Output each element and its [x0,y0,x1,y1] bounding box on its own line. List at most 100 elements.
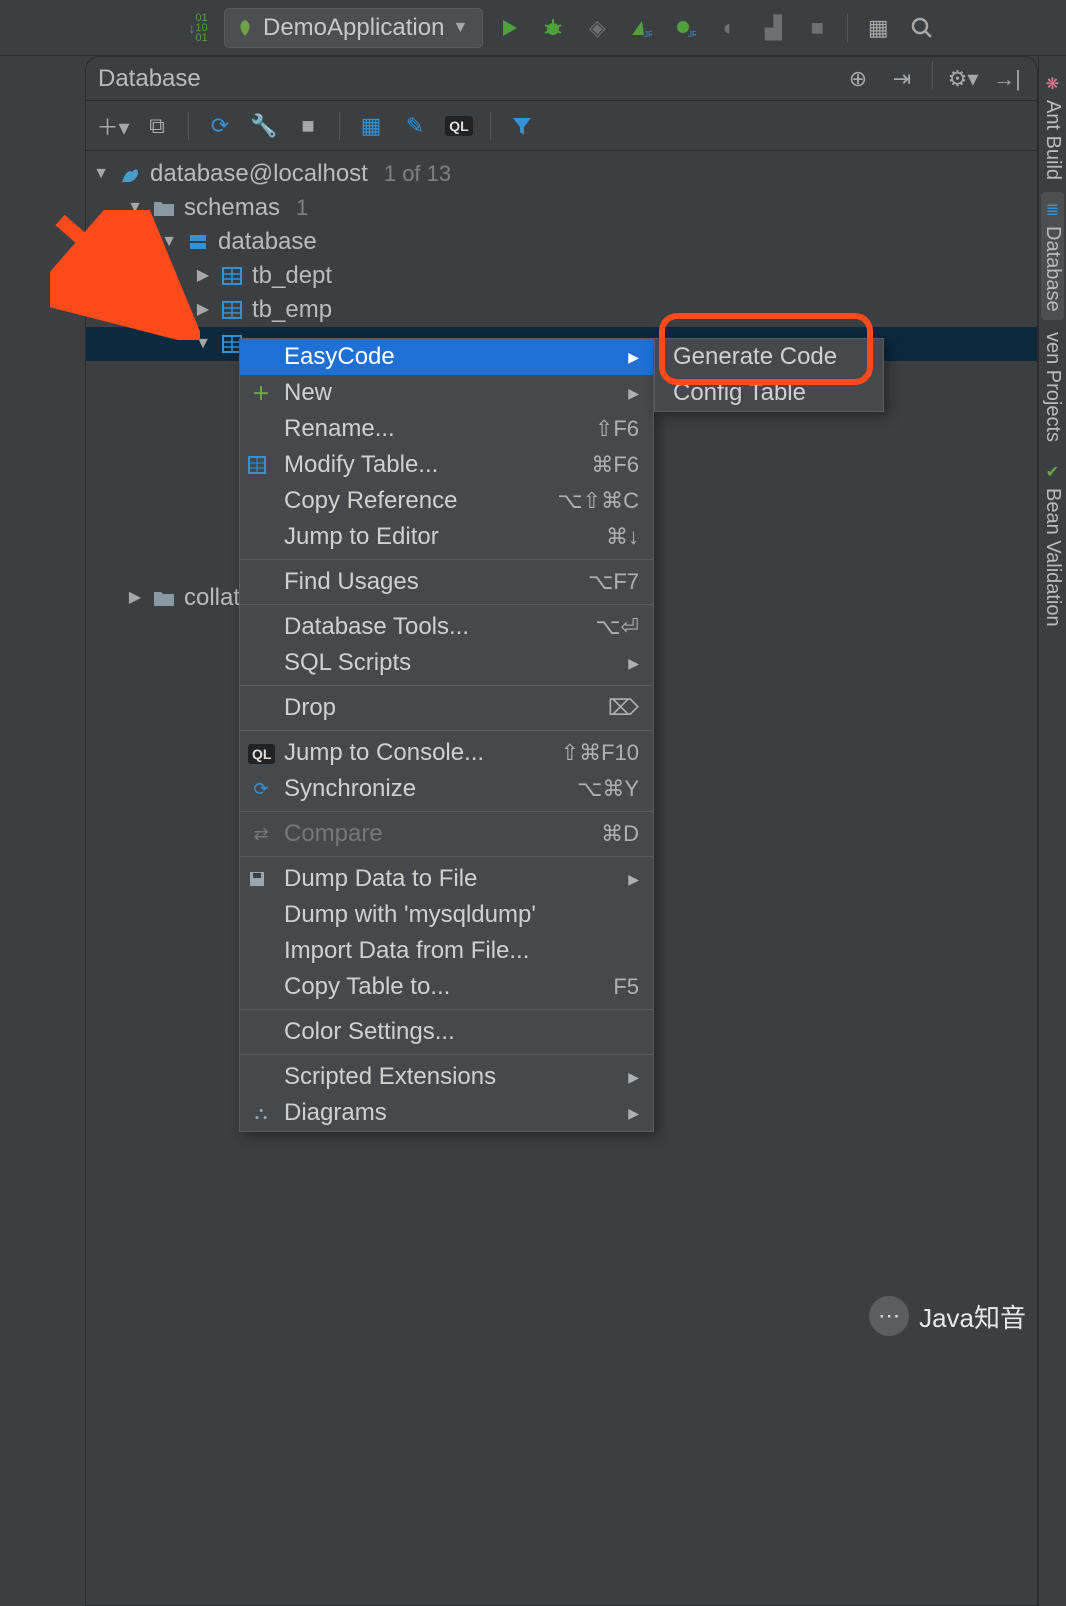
menu-separator [240,730,653,731]
refresh-button[interactable]: ⟳ [203,109,237,143]
menu-separator [240,559,653,560]
menu-label: Dump with 'mysqldump' [284,901,639,929]
rail-label: Database [1041,226,1064,312]
database-node[interactable]: database [86,225,1037,259]
expand-toggle[interactable] [194,293,212,327]
separator [490,112,491,140]
menu-item-drop[interactable]: Drop⌦ [240,690,653,726]
menu-shortcut: ⌘D [601,821,639,847]
menu-label: Rename... [284,415,585,443]
compare-icon: ⇄ [248,824,274,845]
attach-button[interactable]: ▟ [755,10,791,46]
ql-icon: QL [248,743,274,764]
watermark: ⋯ Java知音 [869,1296,1026,1336]
debug-button[interactable] [535,10,571,46]
expand-toggle[interactable] [194,327,212,361]
menu-item-dumpmysql[interactable]: Dump with 'mysqldump' [240,897,653,933]
menu-label: EasyCode [284,343,618,371]
datasource-properties-button[interactable]: 🔧 [247,109,281,143]
menu-separator [240,811,653,812]
menu-label: Modify Table... [284,451,581,479]
add-button-header[interactable]: ⊕ [840,61,876,97]
context-menu: EasyCode ▶ ＋ New ▶ Rename... ⇧F6 Modify Table..… [239,338,654,1132]
add-button[interactable]: ＋▾ [96,109,130,143]
search-button[interactable] [904,10,940,46]
expand-toggle[interactable] [126,191,144,225]
schemas-node[interactable]: schemas 1 [86,191,1037,225]
ql-console-button[interactable]: QL [442,109,476,143]
submenu-arrow-icon: ▶ [628,349,639,366]
edit-button[interactable]: ✎ [398,109,432,143]
menu-shortcut: ⇧⌘F10 [561,740,639,766]
menu-item-diagrams[interactable]: ⛬Diagrams▶ [240,1095,653,1131]
menu-label: New [284,379,618,407]
table-icon [220,264,244,288]
plus-icon: ＋ [248,380,274,406]
table-node-tbemp[interactable]: tb_emp [86,293,1037,327]
debug-jr-button[interactable]: JR [667,10,703,46]
menu-item-copyref[interactable]: Copy Reference⌥⇧⌘C [240,483,653,519]
watermark-text: Java知音 [919,1298,1026,1335]
datasource-node[interactable]: database@localhost 1 of 13 [86,157,1037,191]
separator [339,112,340,140]
rail-bean-validation[interactable]: ✔ Bean Validation [1041,454,1064,635]
chevron-down-icon: ▼ [452,19,468,37]
menu-label: Diagrams [284,1099,618,1127]
menu-item-modify[interactable]: Modify Table...⌘F6 [240,447,653,483]
run-jr-button[interactable]: JR [623,10,659,46]
submenu-item-gencode[interactable]: Generate Code [655,339,883,375]
menu-item-dbtools[interactable]: Database Tools...⌥⏎ [240,609,653,645]
profile-button[interactable]: ◐ [711,10,747,46]
rail-maven-projects[interactable]: ven Projects [1041,324,1064,450]
table-node-tbdept[interactable]: tb_dept [86,259,1037,293]
menu-shortcut: F5 [613,974,639,1000]
hide-panel-button[interactable]: →| [989,61,1025,97]
stop-button[interactable]: ■ [799,10,835,46]
submenu-arrow-icon: ▶ [628,1069,639,1086]
expand-toggle[interactable] [194,259,212,293]
menu-item-dumpfile[interactable]: Dump Data to File▶ [240,861,653,897]
menu-item-findusage[interactable]: Find Usages⌥F7 [240,564,653,600]
menu-item-sqlscr[interactable]: SQL Scripts▶ [240,645,653,681]
menu-item-compare: ⇄Compare⌘D [240,816,653,852]
menu-label: SQL Scripts [284,649,618,677]
right-tool-rail: ❋ Ant Build ≣ Database ven Projects ✔ Be… [1038,56,1066,1606]
menu-item-jump[interactable]: Jump to Editor ⌘↓ [240,519,653,555]
expand-toggle[interactable] [126,581,144,615]
mysql-icon [118,162,142,186]
menu-item-colorset[interactable]: Color Settings... [240,1014,653,1050]
menu-shortcut: ⌦ [608,695,639,721]
menu-label: Jump to Editor [284,523,596,551]
binary-icon[interactable]: ↓011001 [180,10,216,46]
menu-label: Import Data from File... [284,937,639,965]
run-config-selector[interactable]: DemoApplication ▼ [224,8,483,48]
menu-separator [240,856,653,857]
menu-item-import[interactable]: Import Data from File... [240,933,653,969]
submenu-item-cfgtable[interactable]: Config Table [655,375,883,411]
menu-item-rename[interactable]: Rename... ⇧F6 [240,411,653,447]
rail-database[interactable]: ≣ Database [1041,192,1064,320]
menu-item-copytbl[interactable]: Copy Table to...F5 [240,969,653,1005]
node-label: tb_dept [252,259,332,293]
table-view-button[interactable]: ▦ [354,109,388,143]
split-button[interactable]: ⇥ [884,61,920,97]
menu-shortcut: ⇧F6 [595,416,639,442]
menu-item-new[interactable]: ＋New▶ [240,375,653,411]
menu-shortcut: ⌘↓ [606,524,639,550]
settings-gear-icon[interactable]: ⚙▾ [945,61,981,97]
filter-button[interactable] [505,109,539,143]
expand-toggle[interactable] [160,225,178,259]
rail-label: Ant Build [1041,100,1064,180]
menu-item-sync[interactable]: ⟳Synchronize⌥⌘Y [240,771,653,807]
menu-item-console[interactable]: QLJump to Console...⇧⌘F10 [240,735,653,771]
menu-item-easycode[interactable]: EasyCode ▶ [240,339,653,375]
duplicate-button[interactable]: ⧉ [140,109,174,143]
run-button[interactable] [491,10,527,46]
submenu-easycode: Generate CodeConfig Table [654,338,884,412]
layout-button[interactable]: ▦ [860,10,896,46]
rail-ant-build[interactable]: ❋ Ant Build [1041,66,1064,188]
expand-toggle[interactable] [92,157,110,191]
menu-item-scripted[interactable]: Scripted Extensions▶ [240,1059,653,1095]
stop-query-button[interactable]: ■ [291,109,325,143]
coverage-button[interactable]: ◈ [579,10,615,46]
